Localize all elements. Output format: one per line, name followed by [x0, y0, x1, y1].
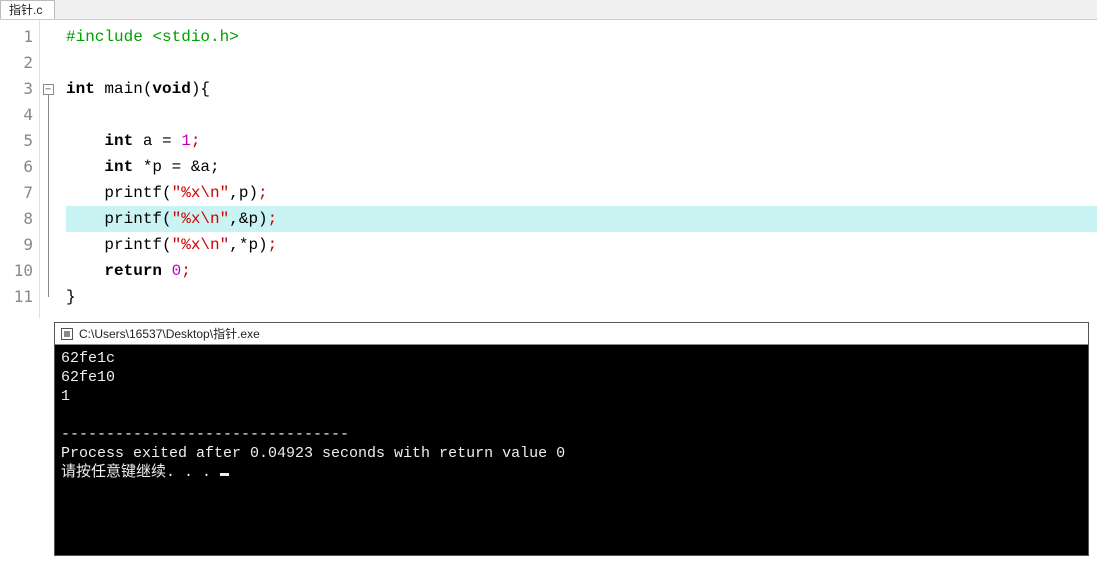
fold-toggle-icon[interactable]: − [43, 84, 54, 95]
console-line: 请按任意键继续. . . [61, 464, 220, 481]
console-line: 62fe1c [61, 350, 115, 367]
line-number: 1 [0, 24, 39, 50]
console-output[interactable]: 62fe1c 62fe10 1 ------------------------… [55, 345, 1088, 555]
console-cursor [220, 473, 229, 476]
console-line: 1 [61, 388, 70, 405]
code-line: int *p = &a; [66, 154, 1097, 180]
code-line-active: printf("%x\n",&p); [66, 206, 1097, 232]
line-number: 4 [0, 102, 39, 128]
code-line: return 0; [66, 258, 1097, 284]
app-icon [61, 328, 73, 340]
code-editor[interactable]: 1 2 3 4 5 6 7 8 9 10 11 − #include <stdi… [0, 20, 1097, 318]
code-line [66, 50, 1097, 76]
code-line: #include <stdio.h> [66, 24, 1097, 50]
fold-gutter: − [40, 20, 56, 318]
code-line: } [66, 284, 1097, 310]
code-line: int main(void){ [66, 76, 1097, 102]
code-content[interactable]: #include <stdio.h> int main(void){ int a… [56, 20, 1097, 318]
line-number: 11 [0, 284, 39, 310]
line-number: 2 [0, 50, 39, 76]
file-tab[interactable]: 指针.c [0, 0, 55, 19]
code-line: printf("%x\n",*p); [66, 232, 1097, 258]
console-titlebar[interactable]: C:\Users\16537\Desktop\指针.exe [55, 323, 1088, 345]
line-number: 5 [0, 128, 39, 154]
console-line: 62fe10 [61, 369, 115, 386]
line-number: 3 [0, 76, 39, 102]
line-number: 9 [0, 232, 39, 258]
line-number: 6 [0, 154, 39, 180]
code-line [66, 102, 1097, 128]
console-window: C:\Users\16537\Desktop\指针.exe 62fe1c 62f… [54, 322, 1089, 556]
console-line: Process exited after 0.04923 seconds wit… [61, 445, 565, 462]
code-line: int a = 1; [66, 128, 1097, 154]
line-number: 7 [0, 180, 39, 206]
line-number-gutter: 1 2 3 4 5 6 7 8 9 10 11 [0, 20, 40, 318]
line-number: 8 [0, 206, 39, 232]
tab-bar: 指针.c [0, 0, 1097, 20]
console-title-text: C:\Users\16537\Desktop\指针.exe [79, 325, 260, 342]
code-line: printf("%x\n",p); [66, 180, 1097, 206]
console-line: -------------------------------- [61, 426, 349, 443]
line-number: 10 [0, 258, 39, 284]
